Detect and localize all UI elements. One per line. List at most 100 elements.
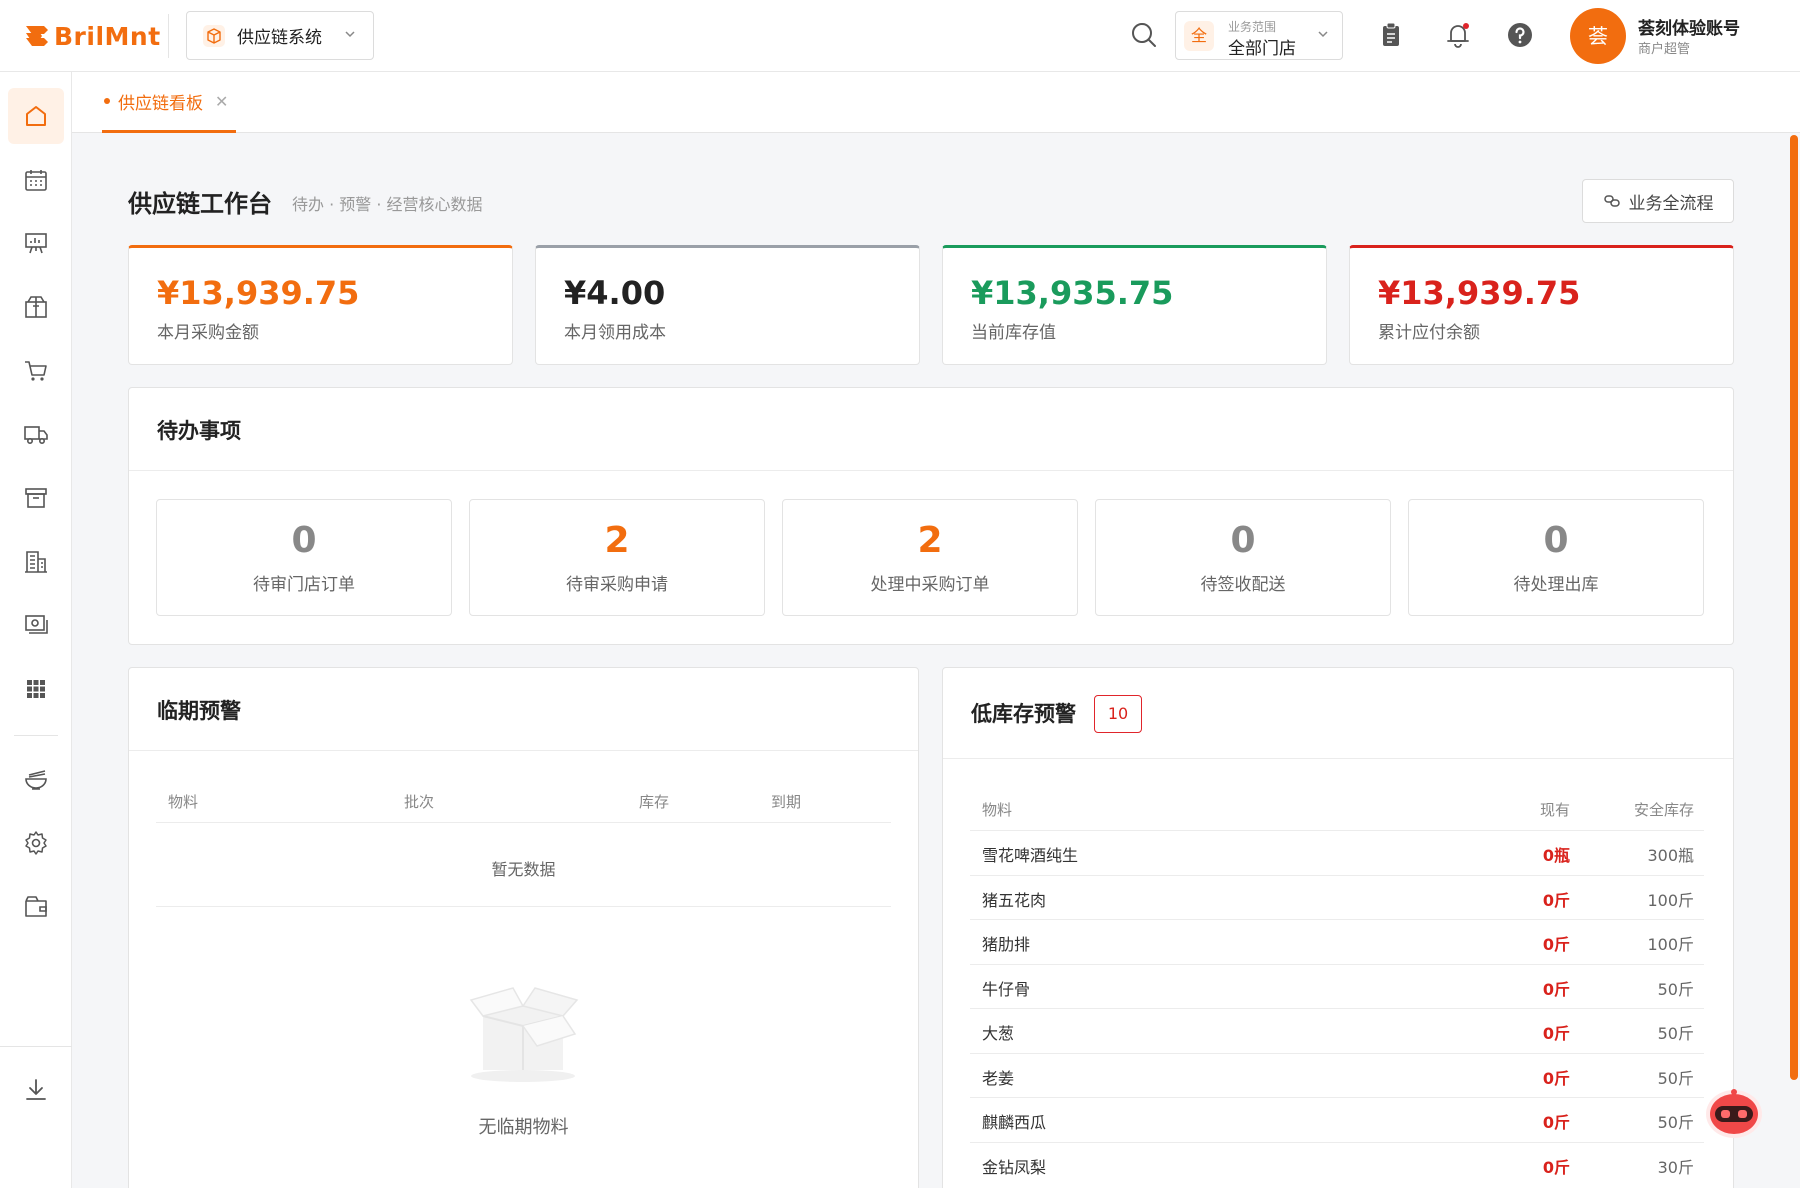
user-name[interactable]: 荟刻体验账号 xyxy=(1638,14,1740,39)
page-subtitle: 待办 · 预警 · 经营核心数据 xyxy=(292,195,483,214)
low-stock-item-name: 猪五花肉 xyxy=(982,890,1047,910)
brand-logo[interactable]: BrilMnt xyxy=(24,18,161,54)
tab-supply-dashboard[interactable]: 供应链看板 ✕ xyxy=(102,72,236,133)
tab-label: 供应链看板 xyxy=(118,93,203,114)
todo-card[interactable]: 2 待审采购申请 xyxy=(469,499,765,616)
top-bar: BrilMnt 供应链系统 全 业务范围 全部门店 荟 荟刻体验账号 商户超管 xyxy=(0,0,1800,72)
tab-strip: 供应链看板 ✕ xyxy=(72,72,1800,133)
scrollbar[interactable] xyxy=(1790,135,1798,1080)
row-divider xyxy=(970,1097,1704,1098)
bell-icon[interactable] xyxy=(1443,20,1473,50)
low-stock-current: 0斤 xyxy=(1542,979,1570,999)
banknote-icon xyxy=(25,615,48,634)
todo-panel-header: 待办事项 xyxy=(129,388,1733,471)
stat-label: 当前库存值 xyxy=(971,323,1056,343)
expiry-panel-header: 临期预警 xyxy=(129,668,918,751)
low-stock-current: 0斤 xyxy=(1542,1113,1570,1132)
stat-label: 本月领用成本 xyxy=(564,323,666,343)
todo-label: 待签收配送 xyxy=(1200,575,1286,595)
low-stock-current: 0斤 xyxy=(1542,1024,1570,1043)
nav-download[interactable] xyxy=(8,1062,64,1118)
low-stock-panel-header: 低库存预警 xyxy=(943,668,1733,759)
stat-card: ¥13,939.75 本月采购金额 xyxy=(128,245,513,365)
todo-count: 2 xyxy=(604,520,630,561)
low-stock-current: 0斤 xyxy=(1542,1157,1570,1177)
header-divider xyxy=(168,14,169,58)
row-divider xyxy=(970,1141,1704,1143)
nav-delivery[interactable] xyxy=(8,406,64,462)
clipboard-icon[interactable] xyxy=(1376,20,1406,50)
empty-state-text: 无临期物料 xyxy=(478,1117,569,1138)
nav-settings[interactable] xyxy=(8,815,64,871)
nav-apps[interactable] xyxy=(8,661,64,717)
stat-label: 累计应付余额 xyxy=(1378,323,1480,343)
close-icon[interactable]: ✕ xyxy=(215,92,228,111)
user-role: 商户超管 xyxy=(1638,42,1691,57)
empty-table-row: 暂无数据 xyxy=(491,860,556,879)
box-icon xyxy=(203,24,225,47)
home-icon xyxy=(26,106,46,126)
low-stock-current: 0斤 xyxy=(1542,1068,1570,1088)
nav-archive[interactable] xyxy=(8,470,64,526)
low-stock-current: 0瓶 xyxy=(1542,846,1570,865)
presentation-board-icon xyxy=(25,233,47,254)
nav-presentation[interactable] xyxy=(8,215,64,271)
business-scope-select[interactable]: 全 业务范围 全部门店 xyxy=(1175,11,1343,60)
business-flow-button[interactable]: 业务全流程 xyxy=(1582,179,1734,223)
low-stock-item-name: 麒麟西瓜 xyxy=(982,1113,1047,1132)
column-header: 物料 xyxy=(982,801,1013,819)
table-divider xyxy=(156,822,891,823)
logo-mark-icon xyxy=(26,26,48,46)
nav-cart[interactable] xyxy=(8,343,64,399)
low-stock-safety: 100斤 xyxy=(1647,935,1694,954)
row-divider xyxy=(970,919,1704,920)
nav-calendar[interactable] xyxy=(8,152,64,208)
chevron-down-icon xyxy=(345,31,355,38)
column-header: 物料 xyxy=(168,793,199,811)
stat-card: ¥13,939.75 累计应付余额 xyxy=(1349,245,1734,365)
low-stock-item-name: 雪花啤酒纯生 xyxy=(982,846,1079,865)
todo-count: 0 xyxy=(1230,520,1256,561)
low-stock-item-name: 大葱 xyxy=(982,1024,1015,1043)
nav-home[interactable] xyxy=(8,88,64,144)
nav-money[interactable] xyxy=(8,597,64,653)
todo-card[interactable]: 0 待处理出库 xyxy=(1408,499,1704,616)
low-stock-safety: 50斤 xyxy=(1657,1024,1694,1043)
nav-wallet[interactable] xyxy=(8,879,64,935)
nav-recipe[interactable] xyxy=(8,751,64,807)
low-stock-safety: 50斤 xyxy=(1657,1113,1694,1132)
nav-building[interactable] xyxy=(8,534,64,590)
stat-value: ¥13,939.75 xyxy=(1378,274,1581,312)
logo-text: BrilMnt xyxy=(54,21,161,51)
bowl-icon xyxy=(25,770,47,790)
gear-icon xyxy=(25,831,47,855)
archive-icon xyxy=(25,488,47,508)
low-stock-current: 0斤 xyxy=(1542,890,1570,910)
table-divider xyxy=(156,906,891,907)
scope-label: 业务范围 xyxy=(1228,20,1277,34)
nav-package[interactable] xyxy=(8,279,64,335)
stat-label: 本月采购金额 xyxy=(157,323,259,343)
todo-card[interactable]: 0 待签收配送 xyxy=(1095,499,1391,616)
search-icon[interactable] xyxy=(1130,21,1158,49)
shopping-cart-icon xyxy=(25,361,47,381)
avatar[interactable]: 荟 xyxy=(1570,8,1626,64)
help-icon[interactable] xyxy=(1505,20,1535,50)
system-select-label: 供应链系统 xyxy=(237,28,322,48)
empty-box-illustration-icon xyxy=(469,987,579,1082)
page-title: 供应链工作台 xyxy=(128,190,272,218)
system-select[interactable]: 供应链系统 xyxy=(186,11,374,60)
stat-card: ¥4.00 本月领用成本 xyxy=(535,245,920,365)
todo-label: 处理中采购订单 xyxy=(870,575,990,595)
side-nav xyxy=(0,72,72,1188)
wallet-icon xyxy=(25,896,47,917)
nav-divider xyxy=(14,735,58,736)
stat-card: ¥13,935.75 当前库存值 xyxy=(942,245,1327,365)
todo-label: 待审采购申请 xyxy=(566,575,668,595)
todo-card[interactable]: 0 待审门店订单 xyxy=(156,499,452,616)
low-stock-safety: 300瓶 xyxy=(1647,846,1694,865)
todo-card[interactable]: 2 处理中采购订单 xyxy=(782,499,1078,616)
low-stock-item-name: 猪肋排 xyxy=(982,935,1031,954)
expiry-panel: 临期预警 xyxy=(128,667,919,1188)
assistant-robot-icon[interactable] xyxy=(1702,1084,1766,1140)
